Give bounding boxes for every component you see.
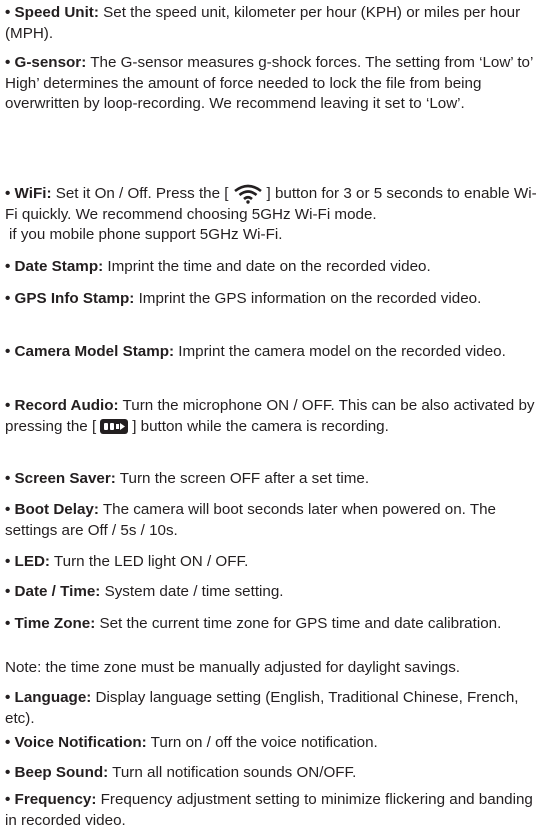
- item-led: • LED: Turn the LED light ON / OFF.: [5, 552, 545, 573]
- item-record-audio: • Record Audio: Turn the microphone ON /…: [5, 396, 545, 437]
- item-label: • Camera Model Stamp:: [5, 343, 175, 360]
- item-time-zone: • Time Zone: Set the current time zone f…: [5, 614, 545, 635]
- item-label: • Beep Sound:: [5, 764, 109, 781]
- note-text: Note: the time zone must be manually adj…: [5, 659, 461, 676]
- item-label: • Voice Notification:: [5, 734, 147, 751]
- item-voice-notification: • Voice Notification: Turn on / off the …: [5, 733, 545, 754]
- wifi-icon: [233, 184, 262, 204]
- item-camera-model-stamp: • Camera Model Stamp: Imprint the camera…: [5, 342, 545, 363]
- item-label: • Screen Saver:: [5, 470, 116, 487]
- item-label: • Record Audio:: [5, 397, 119, 414]
- item-label: • Date Stamp:: [5, 258, 104, 275]
- item-date-time: • Date / Time: System date / time settin…: [5, 582, 545, 603]
- item-note: Note: the time zone must be manually adj…: [5, 658, 545, 679]
- mic-record-icon: [100, 418, 129, 434]
- item-label: • G-sensor:: [5, 54, 87, 71]
- item-beep-sound: • Beep Sound: Turn all notification soun…: [5, 763, 545, 784]
- item-text: Set the current time zone for GPS time a…: [95, 615, 502, 632]
- item-text: System date / time setting.: [100, 583, 284, 600]
- item-g-sensor: • G-sensor: The G-sensor measures g-shoc…: [5, 53, 545, 115]
- item-label: • LED:: [5, 553, 50, 570]
- item-text: Imprint the GPS information on the recor…: [134, 290, 482, 307]
- item-label: • Date / Time:: [5, 583, 101, 600]
- item-date-stamp: • Date Stamp: Imprint the time and date …: [5, 257, 545, 278]
- item-language: • Language: Display language setting (En…: [5, 688, 545, 729]
- item-label: • Boot Delay:: [5, 501, 99, 518]
- item-gps-info-stamp: • GPS Info Stamp: Imprint the GPS inform…: [5, 289, 545, 310]
- item-label: • Language:: [5, 689, 92, 706]
- item-text: Imprint the camera model on the recorded…: [174, 343, 506, 360]
- item-label: • Time Zone:: [5, 615, 96, 632]
- item-text: Turn the screen OFF after a set time.: [115, 470, 370, 487]
- item-text: Turn on / off the voice notification.: [146, 734, 378, 751]
- item-text: Set it On / Off. Press the [: [51, 185, 229, 203]
- item-frequency: • Frequency: Frequency adjustment settin…: [5, 790, 545, 831]
- item-text: Turn the LED light ON / OFF.: [49, 553, 249, 570]
- item-boot-delay: • Boot Delay: The camera will boot secon…: [5, 500, 545, 541]
- item-label: • GPS Info Stamp:: [5, 290, 135, 307]
- item-wifi: • WiFi: Set it On / Off. Press the [] bu…: [5, 184, 545, 246]
- item-label: • WiFi:: [5, 185, 52, 203]
- item-text: Imprint the time and date on the recorde…: [103, 258, 431, 275]
- item-text: if you mobile phone support 5GHz Wi-Fi.: [9, 226, 283, 244]
- item-text: ] button while the camera is recording.: [132, 417, 389, 435]
- item-speed-unit: • Speed Unit: Set the speed unit, kilome…: [5, 3, 545, 44]
- item-text: Turn all notification sounds ON/OFF.: [108, 764, 357, 781]
- item-label: • Speed Unit:: [5, 4, 99, 21]
- item-screen-saver: • Screen Saver: Turn the screen OFF afte…: [5, 469, 545, 490]
- item-label: • Frequency:: [5, 791, 97, 808]
